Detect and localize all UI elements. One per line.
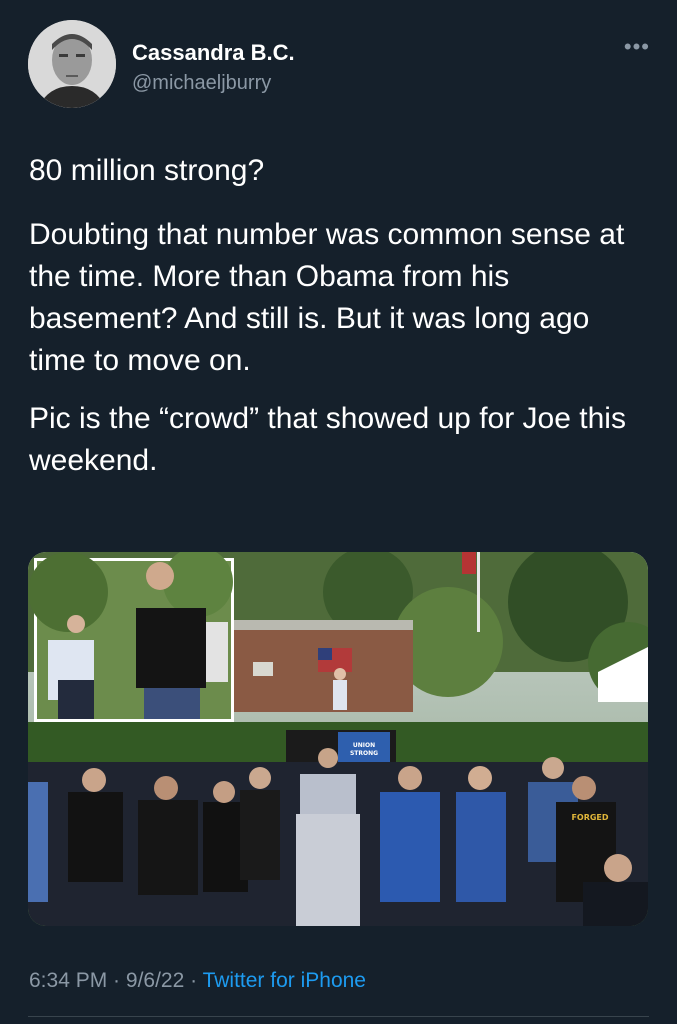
tweet-photo[interactable]: UNION STRONG FORGED bbox=[28, 552, 648, 926]
sign-text: UNION bbox=[353, 742, 375, 749]
profile-photo-icon bbox=[28, 20, 116, 108]
separator: · bbox=[184, 969, 203, 992]
tweet-time[interactable]: 6:34 PM bbox=[29, 969, 107, 992]
crowd-photo: UNION STRONG FORGED bbox=[28, 552, 648, 926]
tweet-source-link[interactable]: Twitter for iPhone bbox=[203, 969, 366, 992]
divider bbox=[28, 1016, 649, 1017]
tweet-meta: 6:34 PM · 9/6/22 · Twitter for iPhone bbox=[29, 969, 366, 993]
tweet-header: Cassandra B.C. @michaeljburry ••• bbox=[28, 20, 658, 112]
tweet-paragraph: Pic is the “crowd” that showed up for Jo… bbox=[29, 402, 626, 477]
tweet-text: 80 million strong? Doubting that number … bbox=[29, 150, 649, 498]
author-handle[interactable]: @michaeljburry bbox=[132, 72, 271, 95]
separator: · bbox=[107, 969, 126, 992]
ellipsis-icon[interactable]: ••• bbox=[624, 34, 650, 60]
author-name[interactable]: Cassandra B.C. bbox=[132, 40, 295, 66]
tweet-date[interactable]: 9/6/22 bbox=[126, 969, 184, 992]
sign-text: STRONG bbox=[350, 750, 378, 757]
tweet-paragraph: Doubting that number was common sense at… bbox=[29, 218, 625, 377]
tweet-paragraph: 80 million strong? bbox=[29, 154, 265, 187]
shirt-text: FORGED bbox=[571, 813, 608, 822]
avatar[interactable] bbox=[28, 20, 116, 108]
